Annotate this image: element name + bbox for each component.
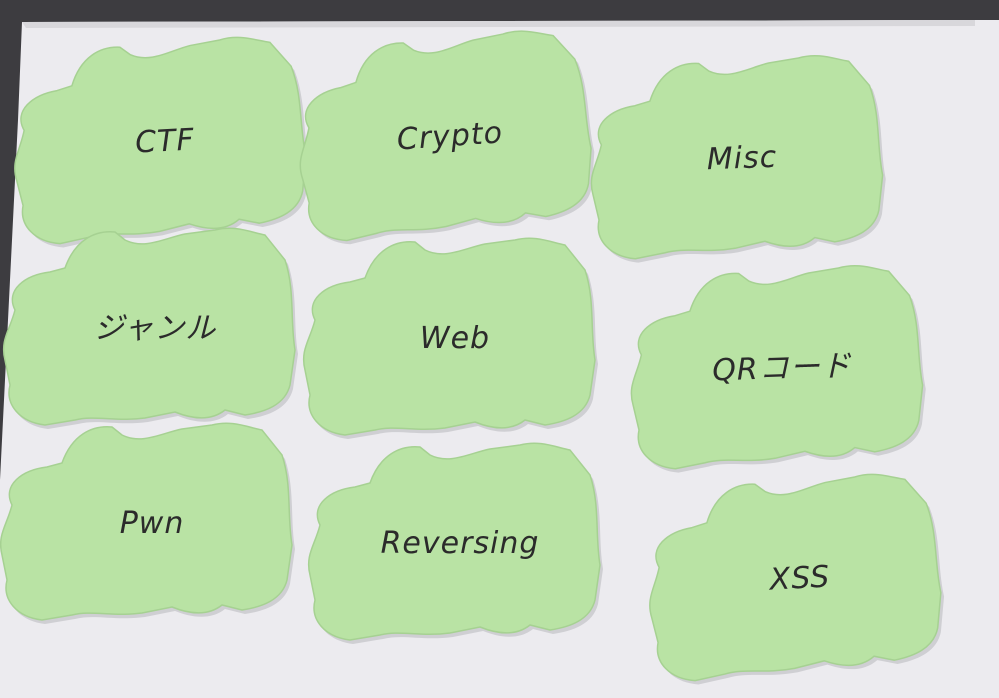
note-label: CTF	[134, 122, 195, 160]
photo-scene: CTF Crypto Misc ジャンル Web QRコード Pwn Reversing XSS	[0, 0, 999, 698]
note-label: Misc	[706, 140, 778, 177]
note-label: Web	[420, 321, 490, 356]
note-label: Reversing	[381, 526, 540, 561]
note-label: QRコード	[712, 349, 853, 389]
note-label: ジャンル	[94, 311, 217, 346]
note-label: Pwn	[120, 506, 185, 541]
note-label: Crypto	[396, 115, 504, 157]
note-label: XSS	[767, 559, 831, 597]
